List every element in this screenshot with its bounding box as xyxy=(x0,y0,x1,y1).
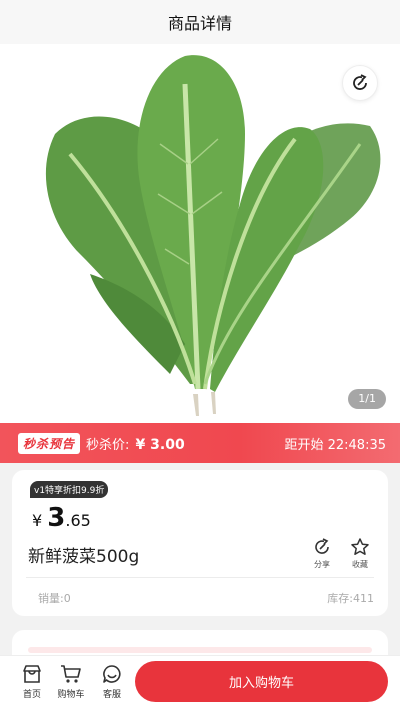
star-icon xyxy=(351,538,369,555)
favorite-button[interactable]: 收藏 xyxy=(344,537,376,570)
flash-sale-bar: 秒杀预告 秒杀价: ¥ 3.00 距开始 22:48:35 xyxy=(0,423,400,463)
countdown-time: 22:48:35 xyxy=(327,437,386,453)
store-icon xyxy=(23,665,41,683)
product-price: ¥ 3.65 xyxy=(32,503,91,533)
share-icon xyxy=(315,538,329,554)
share-icon xyxy=(353,74,367,90)
cart-icon xyxy=(61,665,81,683)
price-currency: ¥ xyxy=(32,511,43,530)
product-image-gallery[interactable]: 1/1 xyxy=(0,44,400,423)
countdown: 距开始 22:48:35 xyxy=(284,434,386,453)
flash-price-label: 秒杀价: xyxy=(86,437,130,453)
chat-icon xyxy=(103,665,121,683)
customer-service-button[interactable]: 客服 xyxy=(95,664,129,700)
stock-count: 库存:411 xyxy=(327,592,374,605)
sales-count: 销量:0 xyxy=(38,592,71,605)
flash-price-value: ¥ 3.00 xyxy=(135,436,185,453)
nav-bar: 商品详情 xyxy=(0,0,400,44)
price-decimal: .65 xyxy=(65,511,91,530)
favorite-label: 收藏 xyxy=(352,560,368,569)
flash-sale-tag: 秒杀预告 xyxy=(18,432,81,454)
cart-nav-button[interactable]: 购物车 xyxy=(54,664,88,700)
page-title: 商品详情 xyxy=(167,14,232,33)
price-integer: 3 xyxy=(47,503,66,533)
product-image xyxy=(45,55,381,416)
home-button[interactable]: 首页 xyxy=(15,664,49,700)
page-indicator: 1/1 xyxy=(348,389,386,409)
share-float-button[interactable] xyxy=(342,65,378,101)
card-stripe xyxy=(28,647,372,653)
member-discount-badge: v1特享折扣9.9折 xyxy=(30,481,109,498)
countdown-label: 距开始 xyxy=(284,437,324,453)
share-button[interactable]: 分享 xyxy=(306,537,338,570)
flash-sale-price: 秒杀价: ¥ 3.00 xyxy=(86,434,185,453)
product-info-card: v1特享折扣9.9折 ¥ 3.65 新鲜菠菜500g 分享 收藏 销量:0 库存… xyxy=(12,470,388,616)
share-label: 分享 xyxy=(314,560,330,569)
bottom-action-bar: 首页 购物车 客服 加入购物车 xyxy=(0,655,400,711)
service-label: 客服 xyxy=(102,690,121,700)
product-name: 新鲜菠菜500g xyxy=(28,547,140,567)
home-label: 首页 xyxy=(22,690,41,700)
cart-label: 购物车 xyxy=(57,690,85,700)
add-to-cart-button[interactable]: 加入购物车 xyxy=(135,661,388,702)
divider xyxy=(26,577,374,578)
